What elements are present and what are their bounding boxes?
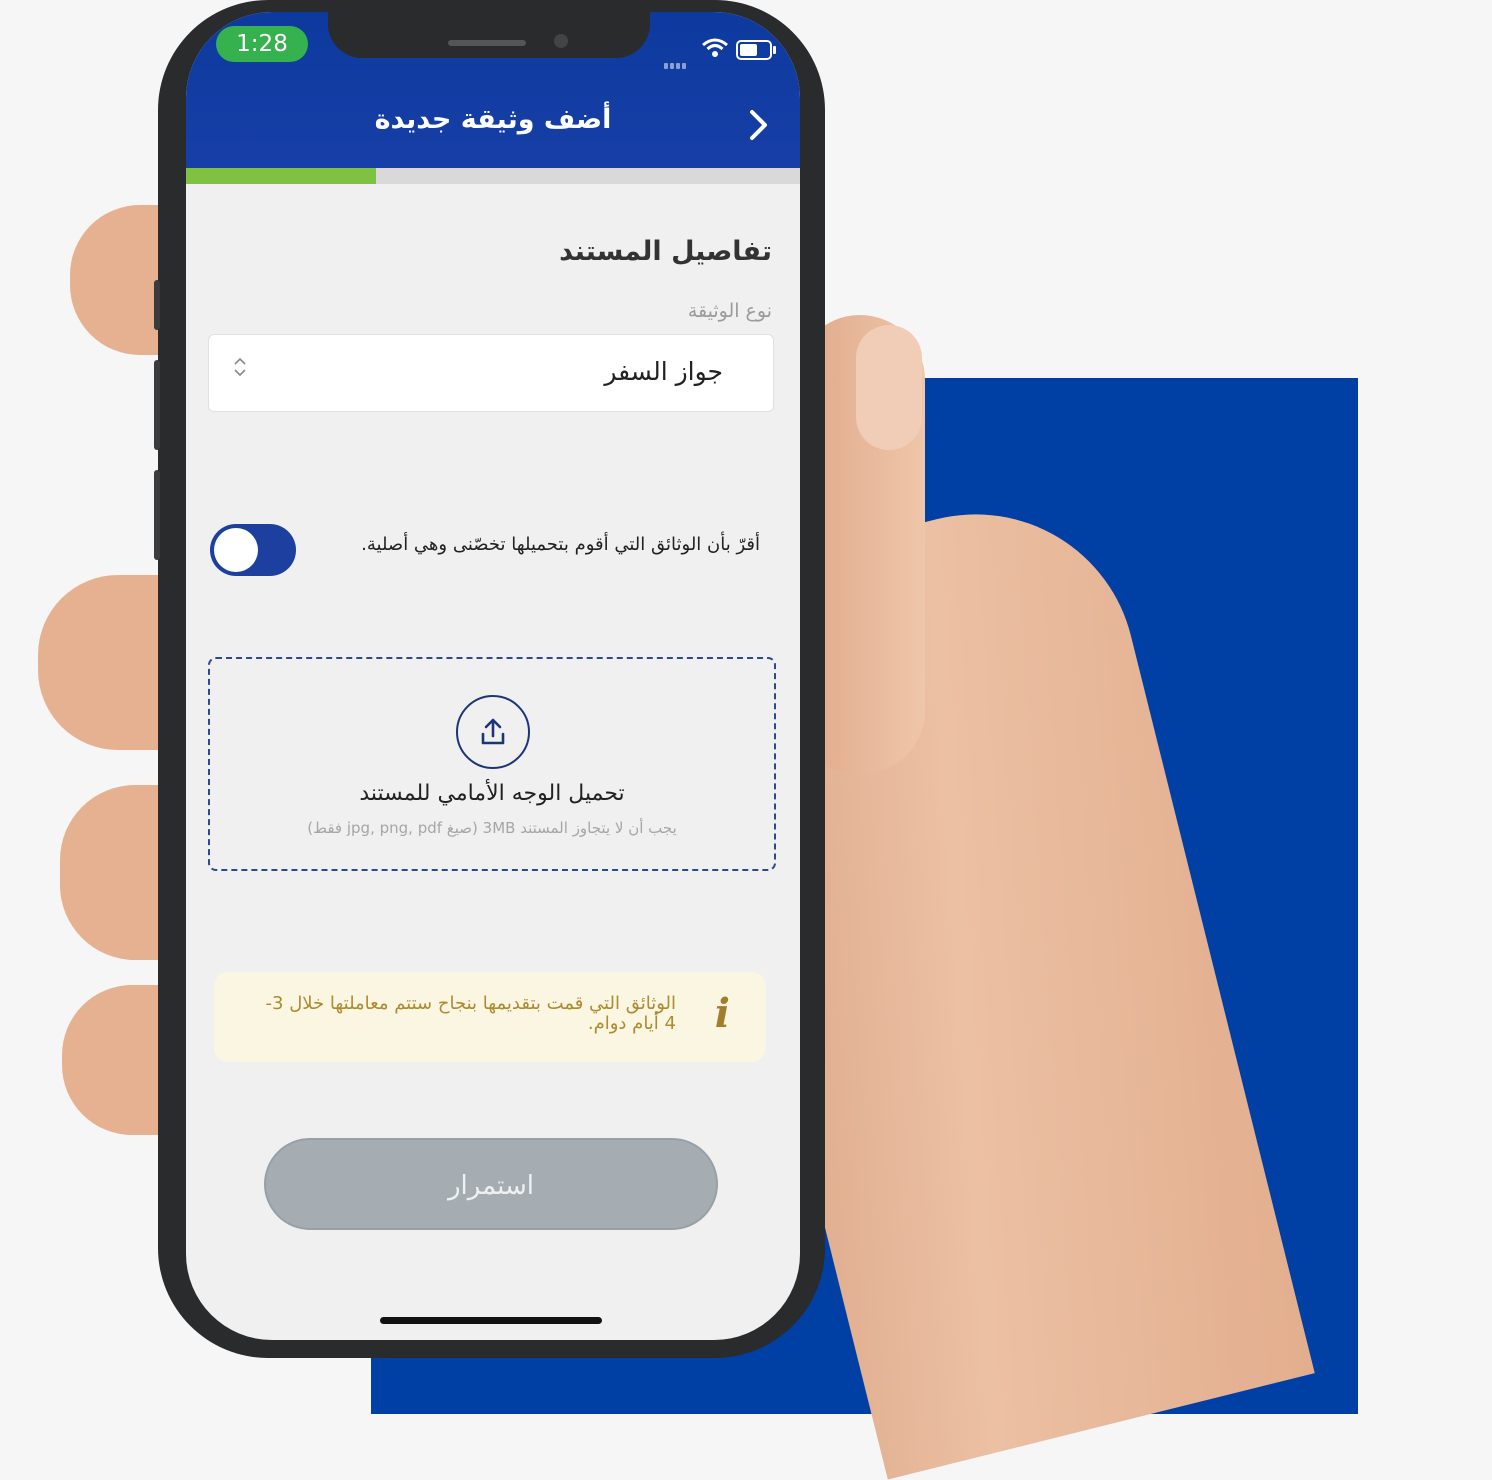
info-notice: الوثائق التي قمت بتقديمها بنجاح ستتم معا… [214,972,766,1062]
upload-title: تحميل الوجه الأمامي للمستند [359,781,625,806]
info-icon: i [714,990,730,1037]
home-indicator [380,1317,602,1324]
page-title: أضف وثيقة جديدة [374,104,612,135]
upload-dropzone[interactable]: تحميل الوجه الأمامي للمستند يجب أن لا يت… [208,657,776,871]
mute-switch [154,280,160,330]
volume-up-button [154,360,160,450]
front-camera [554,34,568,48]
volume-down-button [154,470,160,560]
speaker [448,40,526,46]
battery-icon [736,40,776,60]
app-screen: 1:28 أضف وثيقة جديدة تفاصيل المستند نوع … [186,12,800,1340]
signal-icon [664,50,688,69]
document-type-label: نوع الوثيقة [687,300,772,322]
section-title: تفاصيل المستند [559,236,772,267]
wifi-icon [702,38,728,64]
thumb-nail [856,325,922,450]
document-type-select[interactable]: جواز السفر [208,334,774,412]
consent-toggle[interactable] [210,524,296,576]
upload-icon [456,695,530,769]
continue-button[interactable]: استمرار [264,1138,718,1230]
notice-text: الوثائق التي قمت بتقديمها بنجاح ستتم معا… [265,993,676,1034]
upload-hint: يجب أن لا يتجاوز المستند 3MB (صيغ jpg, p… [307,819,677,837]
status-time: 1:28 [216,26,308,62]
document-type-value: جواز السفر [604,357,723,386]
consent-text: أقرّ بأن الوثائق التي أقوم بتحميلها تخصّ… [361,534,760,555]
notch [328,12,650,58]
chevron-right-icon[interactable] [748,108,770,151]
chevron-up-down-icon [233,357,247,379]
battery-level [740,44,757,56]
app-header: 1:28 أضف وثيقة جديدة [186,12,800,168]
progress-fill [186,168,377,184]
toggle-knob [214,528,258,572]
step-progress-bar [186,168,800,184]
